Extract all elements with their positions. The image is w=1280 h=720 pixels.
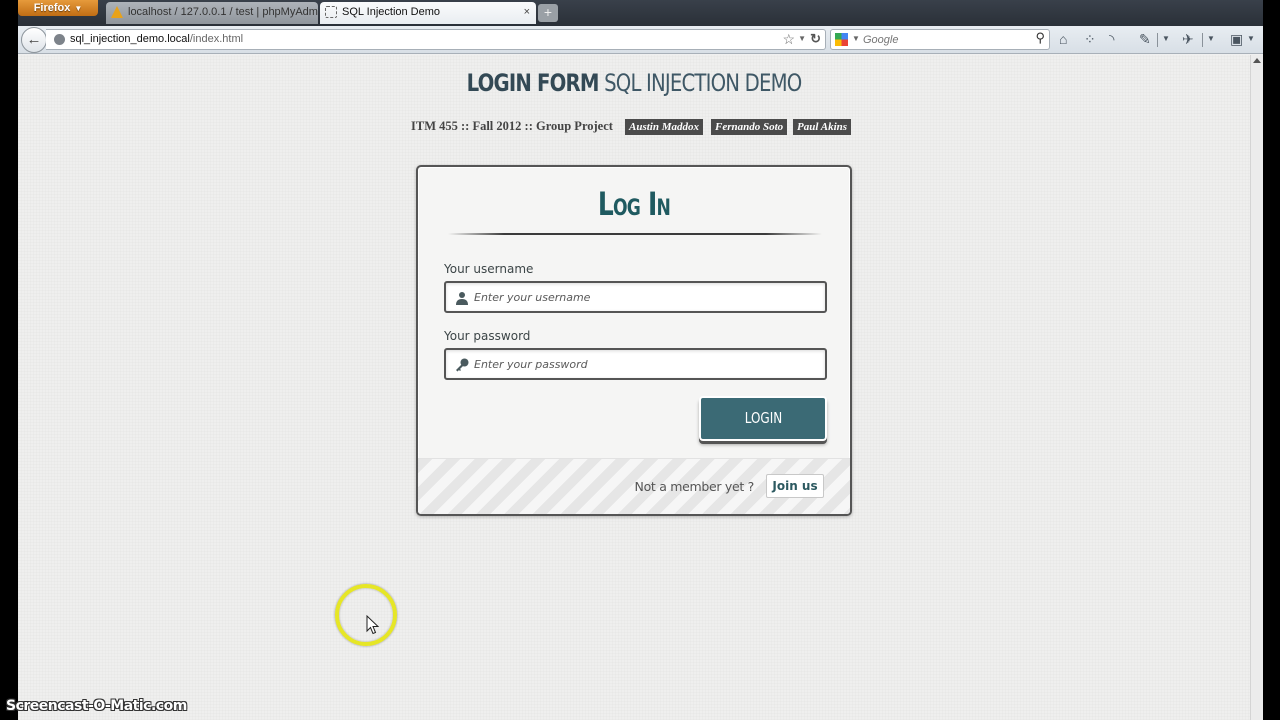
login-form: Log In Your username Your password LOGIN…	[416, 165, 852, 516]
page-content: LOGIN FORM SQL INJECTION DEMO ITM 455 ::…	[18, 55, 1250, 720]
engine-dropdown-icon[interactable]: ▼	[852, 34, 860, 43]
back-button[interactable]: ←	[21, 27, 47, 53]
search-input[interactable]	[863, 32, 1023, 47]
username-field[interactable]	[444, 281, 827, 313]
key-icon	[456, 358, 469, 372]
tab-strip: Firefox ▼ localhost / 127.0.0.1 / test | …	[18, 0, 1263, 26]
addon-icon[interactable]: ✎	[1139, 31, 1151, 47]
reload-icon[interactable]: ↻	[810, 31, 821, 47]
phpmyadmin-favicon-icon	[111, 6, 123, 18]
site-identity-icon[interactable]	[54, 34, 65, 45]
new-tab-button[interactable]: +	[538, 4, 558, 22]
tab-phpmyadmin[interactable]: localhost / 127.0.0.1 / test | phpMyAdmi…	[106, 2, 318, 24]
username-input[interactable]	[474, 288, 814, 306]
notify-icon[interactable]: ✈	[1182, 31, 1194, 47]
tab-sql-injection-demo[interactable]: SQL Injection Demo ×	[320, 2, 536, 24]
bookmarks-menu-icon[interactable]: ▣	[1230, 31, 1243, 47]
page-title: LOGIN FORM SQL INJECTION DEMO	[466, 69, 803, 97]
project-subtitle: ITM 455 :: Fall 2012 :: Group Project	[411, 119, 613, 133]
search-icon[interactable]: ⚲	[1035, 30, 1045, 46]
page-favicon-icon	[325, 6, 337, 18]
notify-dropdown-icon[interactable]: ▼	[1207, 34, 1215, 43]
password-label: Your password	[444, 329, 531, 343]
url-text[interactable]: sql_injection_demo.local/index.html	[70, 33, 243, 45]
home-icon[interactable]: ⌂	[1059, 31, 1067, 47]
not-member-text: Not a member yet ?	[634, 479, 755, 494]
feed-icon[interactable]: ◝	[1109, 31, 1114, 47]
form-footer: Not a member yet ? Join us	[418, 458, 850, 514]
username-label: Your username	[444, 262, 534, 276]
address-bar[interactable]: sql_injection_demo.local/index.html ☆ ▼ …	[46, 29, 826, 50]
navigation-toolbar: ← sql_injection_demo.local/index.html ☆ …	[18, 26, 1263, 54]
history-dropdown-icon[interactable]: ▼	[798, 34, 806, 43]
back-icon: ←	[26, 31, 42, 48]
heading-divider	[448, 233, 822, 235]
browser-window: Firefox ▼ localhost / 127.0.0.1 / test | …	[18, 0, 1263, 720]
password-field[interactable]	[444, 348, 827, 380]
author-badge: Paul Akins	[793, 119, 852, 135]
join-us-link[interactable]: Join us	[766, 474, 824, 498]
chevron-down-icon: ▼	[74, 4, 83, 13]
firefox-menu-button[interactable]: Firefox ▼	[18, 0, 98, 16]
search-bar[interactable]: ▼ ⚲	[830, 29, 1050, 50]
mouse-cursor-icon	[366, 615, 380, 635]
login-button[interactable]: LOGIN	[699, 396, 827, 441]
form-heading: Log In	[597, 185, 671, 223]
author-badge: Fernando Soto	[711, 119, 788, 135]
loading-icon[interactable]: ⁘	[1084, 31, 1096, 47]
scroll-up-icon[interactable]	[1253, 58, 1261, 63]
user-icon	[456, 292, 468, 305]
toolbar-separator	[1202, 33, 1203, 47]
close-tab-icon[interactable]: ×	[524, 2, 530, 22]
toolbar-separator	[1157, 33, 1158, 47]
password-input[interactable]	[474, 355, 814, 373]
author-badge: Austin Maddox	[625, 119, 703, 135]
watermark: Screencast-O-Matic.com	[6, 698, 187, 714]
vertical-scrollbar[interactable]	[1250, 55, 1263, 720]
bookmark-star-icon[interactable]: ☆	[782, 31, 795, 48]
bookmarks-dropdown-icon[interactable]: ▼	[1247, 34, 1255, 43]
addon-dropdown-icon[interactable]: ▼	[1162, 34, 1170, 43]
google-engine-icon[interactable]	[835, 33, 848, 46]
